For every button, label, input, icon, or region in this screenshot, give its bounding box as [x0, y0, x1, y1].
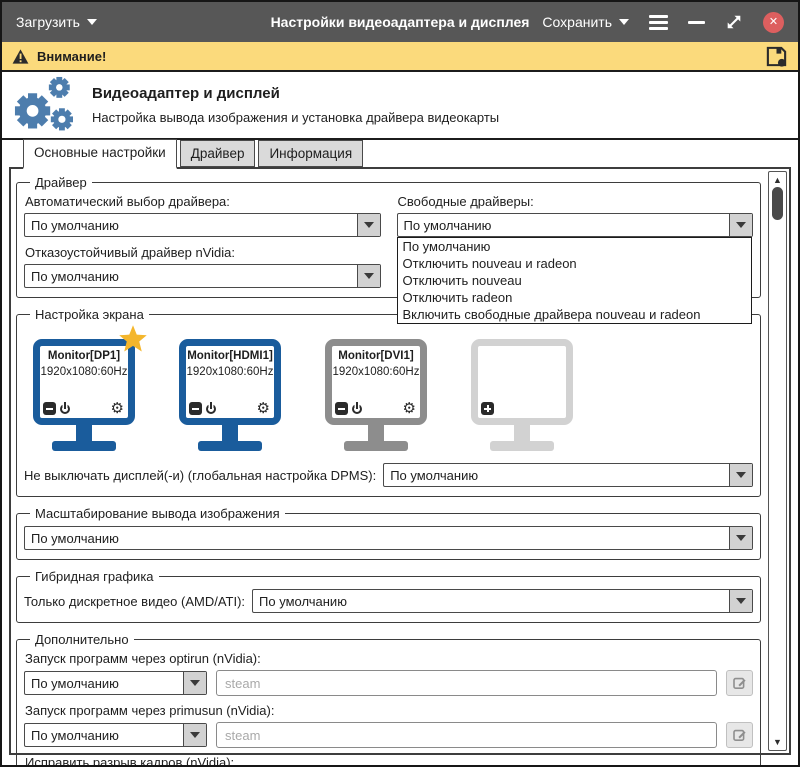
- monitor-name: Monitor[DP1]: [40, 350, 128, 362]
- tearing-label: Исправить разрыв кадров (nVidia):: [25, 755, 753, 767]
- dropdown-arrow-icon[interactable]: [729, 590, 752, 612]
- dropdown-option[interactable]: Включить свободные драйвера nouveau и ra…: [398, 306, 752, 323]
- module-header: Видеоадаптер и дисплей Настройка вывода …: [2, 72, 798, 140]
- scroll-down-icon[interactable]: ▼: [769, 737, 786, 747]
- primusrun-label: Запуск программ через primusun (nVidia):: [25, 703, 753, 718]
- optirun-edit-button[interactable]: [726, 670, 753, 696]
- warning-bar: Внимание!: [2, 42, 798, 72]
- page-subtitle: Настройка вывода изображения и установка…: [92, 110, 499, 125]
- monitor-power-icon[interactable]: [206, 404, 216, 414]
- tab-bar: Основные настройки Драйвер Информация: [2, 140, 798, 167]
- dropdown-option[interactable]: По умолчанию: [398, 238, 752, 255]
- failsafe-driver-select[interactable]: По умолчанию: [24, 264, 381, 288]
- maximize-icon[interactable]: [725, 13, 743, 31]
- primusrun-app-input[interactable]: [216, 722, 717, 748]
- monitor-dp1[interactable]: Monitor[DP1] 1920x1080:60Hz ⚙: [33, 339, 135, 451]
- minimize-button[interactable]: [688, 21, 705, 24]
- primary-star-icon: [118, 324, 148, 354]
- window-title: Настройки видеоадаптера и дисплея: [271, 14, 530, 30]
- monitor-power-icon[interactable]: [60, 404, 70, 414]
- dropdown-arrow-icon[interactable]: [357, 214, 380, 236]
- dpms-select[interactable]: По умолчанию: [383, 463, 753, 487]
- dropdown-option[interactable]: Отключить nouveau: [398, 272, 752, 289]
- settings-pane: Драйвер Автоматический выбор драйвера: П…: [9, 167, 791, 755]
- optirun-select[interactable]: По умолчанию: [24, 671, 207, 695]
- close-button[interactable]: ✕: [763, 12, 784, 33]
- tab-driver[interactable]: Драйвер: [180, 140, 256, 167]
- dpms-label: Не выключать дисплей(-и) (глобальная нас…: [24, 468, 376, 483]
- dropdown-arrow-icon[interactable]: [729, 214, 752, 236]
- vertical-scrollbar[interactable]: ▲ ▼: [768, 171, 787, 751]
- dropdown-arrow-icon[interactable]: [729, 527, 752, 549]
- driver-group: Драйвер Автоматический выбор драйвера: П…: [16, 175, 761, 298]
- dropdown-arrow-icon[interactable]: [183, 724, 206, 746]
- monitor-disable-icon[interactable]: [335, 402, 348, 415]
- dropdown-arrow-icon[interactable]: [729, 464, 752, 486]
- save-menu-button[interactable]: Сохранить: [542, 14, 629, 30]
- extra-legend: Дополнительно: [30, 632, 134, 647]
- scrollbar-thumb[interactable]: [772, 187, 783, 220]
- extra-group: Дополнительно Запуск программ через opti…: [16, 632, 761, 767]
- failsafe-driver-label: Отказоустойчивый драйвер nVidia:: [25, 245, 381, 260]
- optirun-app-input[interactable]: [216, 670, 717, 696]
- auto-driver-label: Автоматический выбор драйвера:: [25, 194, 381, 209]
- primusrun-select[interactable]: По умолчанию: [24, 723, 207, 747]
- scaling-select[interactable]: По умолчанию: [24, 526, 753, 550]
- dropdown-arrow-icon[interactable]: [183, 672, 206, 694]
- discrete-video-label: Только дискретное видео (AMD/ATI):: [24, 594, 245, 609]
- tab-main-settings[interactable]: Основные настройки: [23, 139, 177, 169]
- screen-setup-legend: Настройка экрана: [30, 307, 149, 322]
- edit-pencil-icon: [732, 727, 748, 743]
- monitor-resolution: 1920x1080:60Hz: [186, 366, 274, 378]
- caret-down-icon: [87, 19, 97, 25]
- monitor-name: Monitor[DVI1]: [332, 350, 420, 362]
- app-window: Загрузить Настройки видеоадаптера и дисп…: [0, 0, 800, 767]
- monitor-settings-icon[interactable]: ⚙: [257, 402, 270, 415]
- optirun-label: Запуск программ через optirun (nVidia):: [25, 651, 753, 666]
- screen-setup-group: Настройка экрана Monitor[DP1] 1920x1080:…: [16, 307, 761, 497]
- monitor-hdmi1[interactable]: Monitor[HDMI1] 1920x1080:60Hz ⚙: [179, 339, 281, 451]
- caret-down-icon: [619, 19, 629, 25]
- page-title: Видеоадаптер и дисплей: [92, 85, 499, 102]
- scaling-legend: Масштабирование вывода изображения: [30, 506, 285, 521]
- monitor-power-icon[interactable]: [352, 404, 362, 414]
- monitor-resolution: 1920x1080:60Hz: [40, 366, 128, 378]
- monitor-dvi1[interactable]: Monitor[DVI1] 1920x1080:60Hz ⚙: [325, 339, 427, 451]
- free-drivers-label: Свободные драйверы:: [398, 194, 754, 209]
- dropdown-option[interactable]: Отключить radeon: [398, 289, 752, 306]
- monitor-disable-icon[interactable]: [43, 402, 56, 415]
- scaling-group: Масштабирование вывода изображения По ум…: [16, 506, 761, 560]
- load-menu-button[interactable]: Загрузить: [16, 14, 97, 30]
- monitor-add-icon[interactable]: [481, 402, 494, 415]
- monitor-disable-icon[interactable]: [189, 402, 202, 415]
- dropdown-option[interactable]: Отключить nouveau и radeon: [398, 255, 752, 272]
- monitor-settings-icon[interactable]: ⚙: [111, 402, 124, 415]
- scroll-up-icon[interactable]: ▲: [769, 175, 786, 185]
- titlebar: Загрузить Настройки видеоадаптера и дисп…: [2, 2, 798, 42]
- warning-icon: [12, 49, 29, 64]
- discrete-video-select[interactable]: По умолчанию: [252, 589, 753, 613]
- hamburger-menu-icon[interactable]: [649, 15, 668, 30]
- hybrid-graphics-group: Гибридная графика Только дискретное виде…: [16, 569, 761, 623]
- free-drivers-dropdown-list: По умолчанию Отключить nouveau и radeon …: [397, 237, 753, 324]
- free-drivers-select[interactable]: По умолчанию: [397, 213, 754, 237]
- primusrun-edit-button[interactable]: [726, 722, 753, 748]
- gears-logo-icon: [10, 75, 76, 135]
- hybrid-legend: Гибридная графика: [30, 569, 159, 584]
- dropdown-arrow-icon[interactable]: [357, 265, 380, 287]
- edit-pencil-icon: [732, 675, 748, 691]
- auto-driver-select[interactable]: По умолчанию: [24, 213, 381, 237]
- driver-group-legend: Драйвер: [30, 175, 92, 190]
- monitor-empty-slot[interactable]: [471, 339, 573, 451]
- save-file-icon[interactable]: [765, 45, 788, 68]
- monitor-name: Monitor[HDMI1]: [186, 350, 274, 362]
- save-menu-label: Сохранить: [542, 14, 612, 30]
- tab-information[interactable]: Информация: [258, 140, 363, 167]
- monitor-resolution: 1920x1080:60Hz: [332, 366, 420, 378]
- load-menu-label: Загрузить: [16, 14, 80, 30]
- warning-text: Внимание!: [37, 49, 106, 64]
- monitor-settings-icon[interactable]: ⚙: [403, 402, 416, 415]
